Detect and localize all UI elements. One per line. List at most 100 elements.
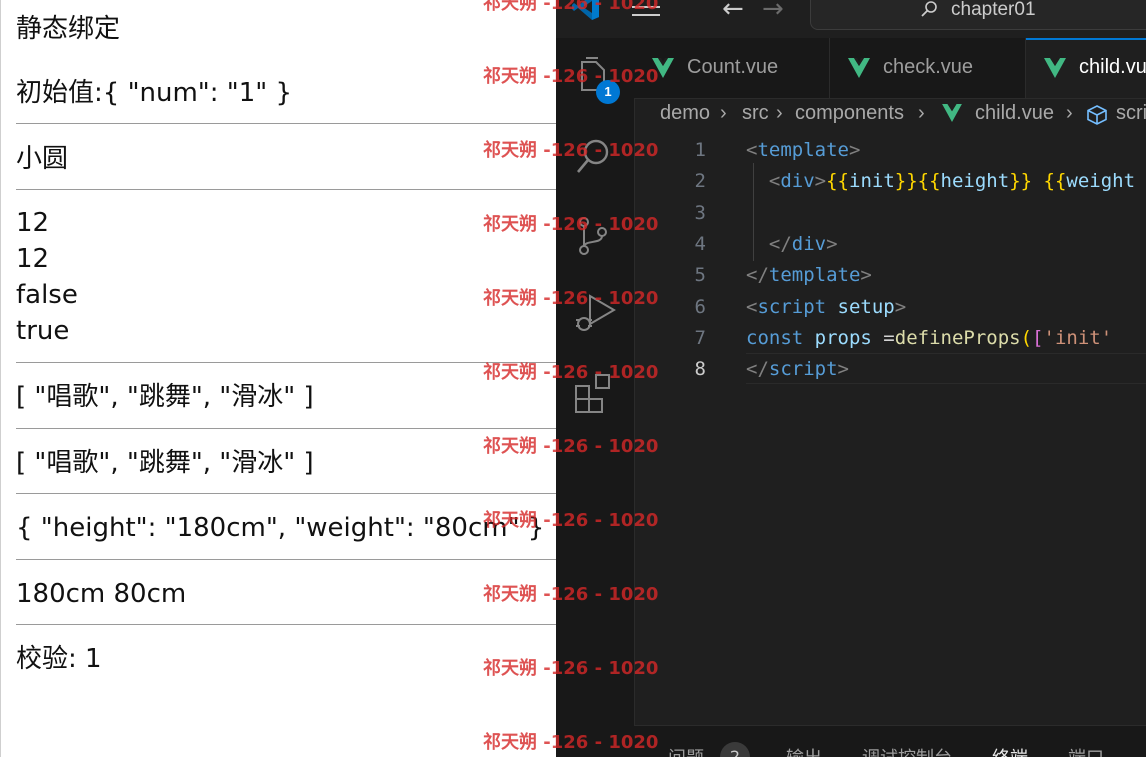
tab-child-vue[interactable]: child.vue [1026,38,1146,98]
value-line-2: 12 [16,244,50,274]
watermark-text: 祁天朔 -126 - 1020 [483,732,659,753]
code-line[interactable]: </div> [746,229,838,260]
code-token: </ [746,358,769,381]
watermark-text: 祁天朔 -126 - 1020 [483,584,659,605]
breadcrumb-item[interactable]: components [795,102,904,125]
tab-output[interactable]: 输出 [786,744,822,757]
divider [16,559,556,560]
code-token: = [871,326,895,349]
check-text: 校验: 1 [16,644,102,674]
cube-icon [1086,104,1108,132]
editor-tabs: Count.vue check.vue child.vue [634,38,1146,99]
code-area[interactable]: 1 <template> 2 <div>{{init}}{{height}} {{w… [634,135,1146,725]
line-number: 7 [694,326,706,349]
bottom-panel: 问题 2 输出 调试控制台 终端 端口 [634,725,1146,757]
code-token: > [894,295,907,318]
tab-check-vue[interactable]: check.vue [830,38,1026,98]
watermark-text: 祁天朔 -126 - 1020 [483,658,659,679]
code-line[interactable]: <div>{{init}}{{height}} {{weight [746,166,1135,197]
chevron-right-icon: › [720,102,727,124]
chevron-right-icon: › [918,102,925,124]
code-token: > [848,139,861,161]
tab-problems[interactable]: 问题 [668,744,704,757]
code-line[interactable]: <script setup> [746,292,906,323]
divider [16,493,556,494]
code-token: > [837,358,849,381]
code-line[interactable]: const props =defineProps(['init' [746,323,1112,354]
tab-ports[interactable]: 端口 [1068,744,1104,757]
breadcrumb-item[interactable]: script setup [1116,102,1146,125]
watermark-text: 祁天朔 -126 - 1020 [483,288,659,309]
body-values-text: 180cm 80cm [16,579,187,609]
code-token: > [860,264,872,287]
line-number: 5 [694,264,706,287]
code-token: div [780,170,815,193]
code-token: < [746,139,758,161]
hobbies-array-2: [ "唱歌", "跳舞", "滑冰" ] [16,448,314,478]
breadcrumb-item[interactable]: child.vue [975,102,1054,125]
code-token: const [746,326,804,349]
back-arrow-icon[interactable]: ← [722,0,744,24]
tab-terminal[interactable]: 终端 [992,744,1028,757]
code-token: 'init' [1043,326,1113,349]
watermark-text: 祁天朔 -126 - 1020 [483,362,659,383]
divider [16,189,556,190]
hobbies-array-1: [ "唱歌", "跳舞", "滑冰" ] [16,382,314,412]
code-token: }} [1009,170,1033,193]
divider [16,428,556,429]
code-token: < [746,170,781,193]
code-line[interactable]: </template> [746,260,872,291]
tab-count-vue[interactable]: Count.vue [634,38,830,98]
code-token: {{ [917,170,941,193]
watermark-text: 祁天朔 -126 - 1020 [483,140,659,161]
watermark-text: 祁天朔 -126 - 1020 [483,66,659,87]
watermark-text: 祁天朔 -126 - 1020 [483,510,659,531]
browser-page: 静态绑定 初始值:{ "num": "1" } 小圆 12 12 false t… [0,0,556,757]
code-token: > [826,232,838,255]
tab-label: child.vue [1079,56,1146,78]
value-line-1: 12 [16,208,50,238]
code-token: {{ [1043,170,1067,193]
breadcrumb-item[interactable]: demo [660,102,710,125]
divider [16,362,556,363]
code-token: [ [1032,326,1044,349]
tab-debug-console[interactable]: 调试控制台 [862,744,952,757]
body-object-text: { "height": "180cm", "weight": "80cm" } [16,513,545,543]
breadcrumb-item[interactable]: src [742,102,769,125]
code-token: div [791,232,827,255]
divider [16,123,556,124]
page-title: 静态绑定 [16,14,121,44]
code-token: template [768,264,861,287]
code-token: ( [1020,326,1033,349]
code-token: template [757,139,849,161]
code-token: script [757,295,827,318]
vue-file-icon [848,58,870,78]
forward-arrow-icon[interactable]: → [762,0,784,24]
initial-value-text: 初始值:{ "num": "1" } [16,78,293,108]
chevron-right-icon: › [776,102,783,124]
watermark-text: 祁天朔 -126 - 1020 [483,214,659,235]
vue-file-icon [1044,58,1066,78]
tab-label: check.vue [883,56,974,78]
code-line[interactable]: </script> [746,354,849,385]
code-token: }} [894,170,918,193]
watermark-text: 祁天朔 -126 - 1020 [483,436,659,457]
code-token: init [849,170,895,193]
command-center-search[interactable]: chapter01 [810,0,1146,30]
tab-label: Count.vue [687,56,779,78]
divider [16,624,556,625]
code-token: {{ [826,170,849,193]
chevron-right-icon: › [1066,102,1073,124]
breadcrumb: demo › src › components › child.vue › sc… [660,102,1146,132]
code-token: height [940,170,1010,193]
code-token: </ [746,264,769,287]
value-line-3: false [16,280,78,310]
code-token: setup [837,295,895,318]
code-token: defineProps [894,326,1021,349]
code-token: </ [746,232,792,255]
name-text: 小圆 [16,144,69,174]
line-number: 2 [694,170,706,193]
code-line[interactable]: <template> [746,135,860,166]
